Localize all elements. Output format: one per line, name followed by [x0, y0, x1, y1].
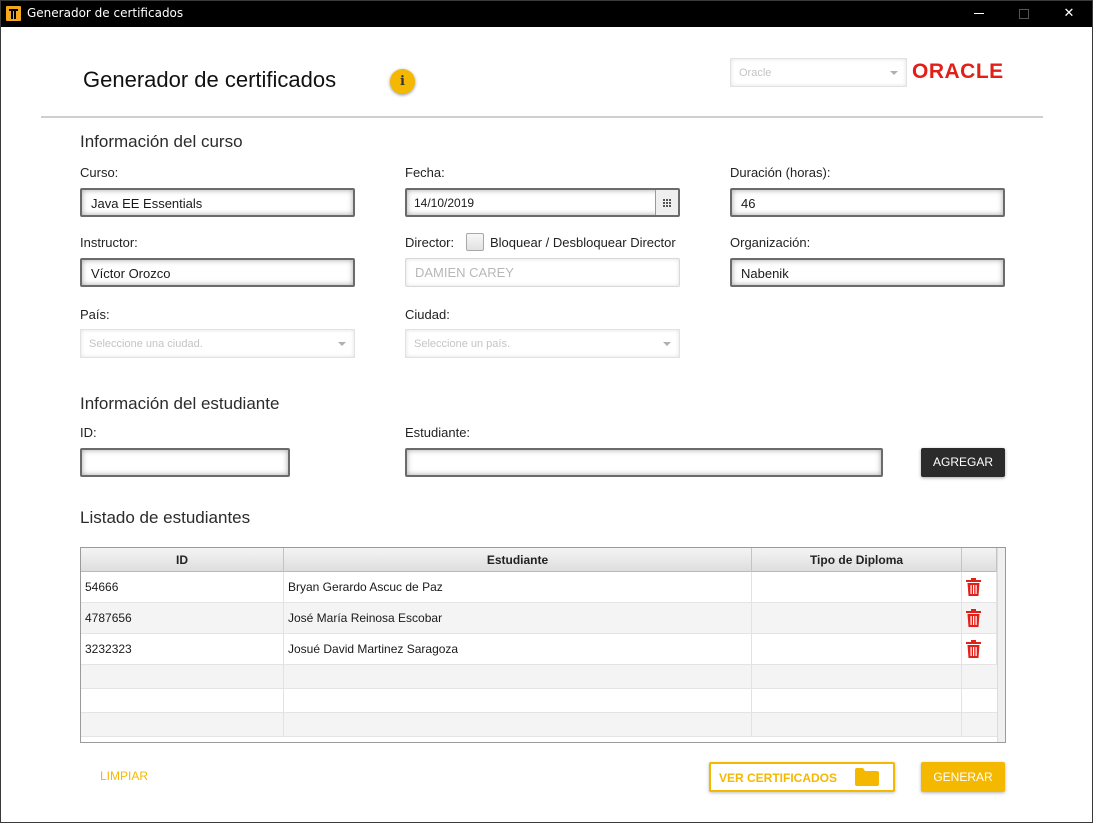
lock-director-checkbox[interactable] — [466, 233, 484, 251]
table-row[interactable]: 4787656 José María Reinosa Escobar — [81, 603, 1005, 634]
provider-select[interactable]: Oracle — [730, 58, 907, 87]
ciudad-select[interactable]: Seleccione un país. — [405, 329, 680, 358]
minimize-icon — [974, 13, 984, 14]
cell-id: 3232323 — [81, 634, 284, 664]
course-section-title: Información del curso — [80, 132, 243, 151]
ciudad-placeholder: Seleccione un país. — [414, 338, 511, 350]
app-window: Generador de certificados ✕ Generador de… — [0, 0, 1093, 823]
maximize-icon — [1019, 8, 1029, 19]
generate-button[interactable]: GENERAR — [921, 762, 1005, 792]
student-name-label: Estudiante: — [405, 425, 471, 440]
maximize-button — [1001, 1, 1047, 27]
view-certificates-button[interactable]: VER CERTIFICADOS — [709, 762, 895, 792]
cell-diploma[interactable] — [752, 572, 962, 602]
student-name-field[interactable] — [405, 448, 883, 477]
instructor-field[interactable]: Víctor Orozco — [80, 258, 355, 287]
pais-label: País: — [80, 307, 110, 322]
student-id-field[interactable] — [80, 448, 290, 477]
cell-name: José María Reinosa Escobar — [284, 603, 752, 633]
clear-button[interactable]: LIMPIAR — [100, 769, 148, 783]
cell-diploma[interactable] — [752, 634, 962, 664]
calendar-button[interactable] — [655, 190, 678, 215]
chevron-down-icon — [338, 342, 346, 346]
duracion-label: Duración (horas): — [730, 165, 831, 180]
column-header-id[interactable]: ID — [81, 548, 284, 572]
close-button[interactable]: ✕ — [1046, 1, 1092, 27]
fecha-datepicker[interactable]: 14/10/2019 — [405, 188, 680, 217]
info-icon[interactable]: i — [390, 69, 415, 94]
organizacion-label: Organización: — [730, 235, 811, 250]
add-student-button[interactable]: AGREGAR — [921, 448, 1005, 477]
column-header-estudiante[interactable]: Estudiante — [284, 548, 752, 572]
ciudad-label: Ciudad: — [405, 307, 450, 322]
trash-icon[interactable] — [966, 609, 981, 627]
table-scrollbar[interactable] — [997, 548, 1005, 742]
cell-id: 54666 — [81, 572, 284, 602]
provider-select-placeholder: Oracle — [739, 67, 772, 79]
lock-director-label: Bloquear / Desbloquear Director — [490, 235, 676, 250]
header-divider — [41, 116, 1043, 118]
cell-diploma[interactable] — [752, 603, 962, 633]
column-header-actions — [962, 548, 997, 572]
table-header: ID Estudiante Tipo de Diploma — [81, 548, 1005, 572]
table-row[interactable]: 54666 Bryan Gerardo Ascuc de Paz — [81, 572, 1005, 603]
chevron-down-icon — [663, 342, 671, 346]
director-field: DAMIEN CAREY — [405, 258, 680, 287]
instructor-label: Instructor: — [80, 235, 138, 250]
pais-placeholder: Seleccione una ciudad. — [89, 338, 203, 350]
trash-icon[interactable] — [966, 578, 981, 596]
cell-id: 4787656 — [81, 603, 284, 633]
student-id-label: ID: — [80, 425, 97, 440]
fecha-value: 14/10/2019 — [414, 196, 475, 210]
cell-name: Josué David Martinez Saragoza — [284, 634, 752, 664]
column-header-diploma[interactable]: Tipo de Diploma — [752, 548, 962, 572]
duracion-field[interactable]: 46 — [730, 188, 1005, 217]
calendar-icon — [663, 199, 672, 207]
table-row[interactable]: 3232323 Josué David Martinez Saragoza — [81, 634, 1005, 665]
fecha-label: Fecha: — [405, 165, 445, 180]
folder-icon — [855, 768, 879, 786]
students-table[interactable]: ID Estudiante Tipo de Diploma 54666 Brya… — [80, 547, 1006, 743]
empty-row — [81, 689, 1005, 713]
pais-select[interactable]: Seleccione una ciudad. — [80, 329, 355, 358]
director-label: Director: — [405, 235, 455, 250]
student-section-title: Información del estudiante — [80, 394, 280, 413]
curso-label: Curso: — [80, 165, 119, 180]
minimize-button[interactable] — [956, 1, 1002, 27]
organizacion-field[interactable]: Nabenik — [730, 258, 1005, 287]
list-section-title: Listado de estudiantes — [80, 508, 251, 527]
oracle-logo: ORACLE — [912, 60, 1004, 83]
empty-row — [81, 713, 1005, 737]
window-title: Generador de certificados — [27, 6, 184, 20]
trash-icon[interactable] — [966, 640, 981, 658]
chevron-down-icon — [890, 71, 898, 75]
curso-field[interactable]: Java EE Essentials — [80, 188, 355, 217]
title-bar: Generador de certificados ✕ — [1, 1, 1092, 27]
app-icon — [6, 6, 21, 21]
page-title: Generador de certificados — [83, 67, 337, 92]
cell-name: Bryan Gerardo Ascuc de Paz — [284, 572, 752, 602]
view-certificates-label: VER CERTIFICADOS — [719, 771, 838, 785]
empty-row — [81, 665, 1005, 689]
